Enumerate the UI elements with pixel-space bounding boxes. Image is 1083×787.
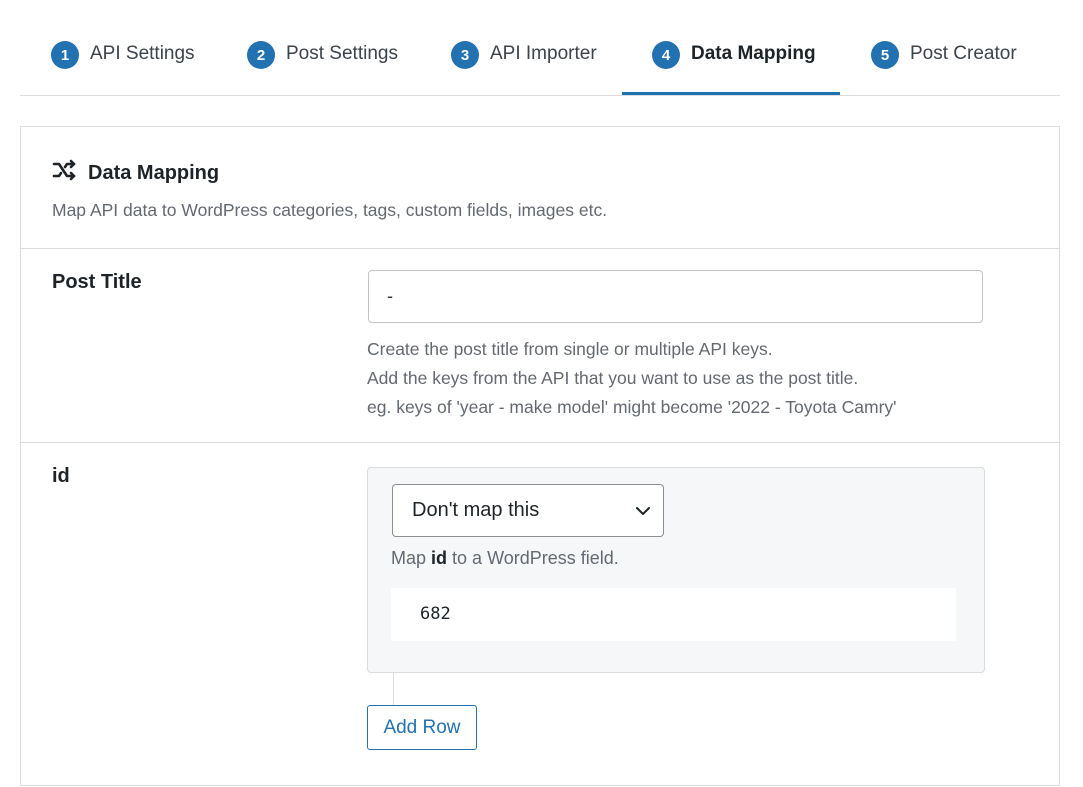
tab-label: Post Settings (286, 43, 398, 64)
sample-value-box: 682 (391, 588, 956, 641)
section-title: Data Mapping (52, 159, 219, 187)
sample-value: 682 (420, 604, 451, 624)
help-line: eg. keys of 'year - make model' might be… (367, 397, 897, 417)
mapping-help: Map id to a WordPress field. (391, 548, 619, 569)
row-connector-line (393, 673, 394, 705)
step-number-badge: 1 (51, 41, 79, 69)
shuffle-icon (52, 159, 88, 187)
add-row-button[interactable]: Add Row (367, 705, 477, 750)
tab-label: API Settings (90, 43, 195, 64)
id-mapping-row: id Don't map this Map id to a WordPress … (21, 443, 1059, 787)
section-header: Data Mapping Map API data to WordPress c… (21, 127, 1059, 249)
post-title-label: Post Title (52, 271, 142, 293)
section-description: Map API data to WordPress categories, ta… (52, 200, 608, 220)
tab-label: Post Creator (910, 43, 1017, 64)
step-number-badge: 5 (871, 41, 899, 69)
tab-post-settings[interactable]: 2 Post Settings (247, 40, 398, 95)
tab-label: Data Mapping (691, 43, 816, 64)
post-title-input[interactable] (368, 270, 983, 323)
tab-post-creator[interactable]: 5 Post Creator (871, 40, 1017, 95)
step-number-badge: 2 (247, 41, 275, 69)
mapping-box: Don't map this Map id to a WordPress fie… (367, 467, 985, 673)
help-suffix: to a WordPress field. (452, 548, 619, 568)
tab-data-mapping[interactable]: 4 Data Mapping (622, 40, 840, 95)
help-key: id (431, 548, 448, 568)
step-number-badge: 4 (652, 41, 680, 69)
section-title-text: Data Mapping (88, 161, 220, 184)
wordpress-field-select[interactable]: Don't map this (392, 484, 664, 537)
help-line: Create the post title from single or mul… (367, 339, 773, 359)
tab-api-settings[interactable]: 1 API Settings (51, 40, 195, 95)
post-title-help: Create the post title from single or mul… (367, 335, 897, 422)
chevron-down-icon (635, 503, 651, 524)
data-mapping-panel: Data Mapping Map API data to WordPress c… (20, 126, 1060, 786)
wizard-tabs: 1 API Settings 2 Post Settings 3 API Imp… (20, 0, 1060, 96)
tab-api-importer[interactable]: 3 API Importer (451, 40, 597, 95)
tab-label: API Importer (490, 43, 597, 64)
help-line: Add the keys from the API that you want … (367, 368, 859, 388)
select-value: Don't map this (412, 499, 540, 521)
help-prefix: Map (391, 548, 427, 568)
step-number-badge: 3 (451, 41, 479, 69)
field-key-label: id (52, 465, 70, 487)
post-title-row: Post Title Create the post title from si… (21, 249, 1059, 443)
